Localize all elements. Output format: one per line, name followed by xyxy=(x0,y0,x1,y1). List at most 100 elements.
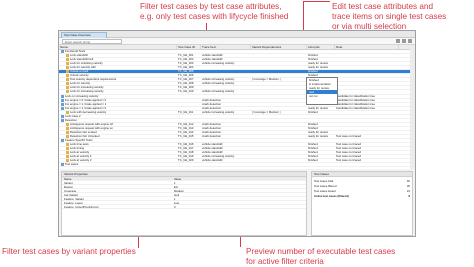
table-cell[interactable]: finished xyxy=(307,147,335,150)
collapse-icon[interactable] xyxy=(408,39,412,43)
table-cell[interactable] xyxy=(307,115,335,118)
table-cell: Lock standstill xyxy=(59,54,177,57)
cell-text: Detection Not Locked xyxy=(70,130,97,134)
cell-text: vehicle standstill xyxy=(202,159,223,163)
test-case-icon xyxy=(66,159,69,163)
table-cell[interactable]: finished xyxy=(307,58,335,61)
property-value[interactable]: 0 xyxy=(172,205,176,208)
cell-text: TC_UE_016 xyxy=(178,143,194,147)
table-cell[interactable] xyxy=(307,139,335,142)
test-case-icon xyxy=(66,110,69,114)
table-cell: TC_UE_003 xyxy=(177,62,201,65)
table-cell[interactable]: ready for review xyxy=(307,135,335,138)
table-cell: Lock standstill lock xyxy=(59,58,177,61)
table-cell: Unlock velocity xyxy=(59,74,177,77)
table-row[interactable]: Test cases xyxy=(59,163,415,168)
table-cell[interactable]: ready for review xyxy=(307,107,335,110)
vertical-scrollbar[interactable] xyxy=(410,45,415,169)
table-cell[interactable]: finished xyxy=(307,123,335,126)
cell-text: vehicle increasing velocity xyxy=(202,62,235,66)
lifecycle-option[interactable]: not run xyxy=(307,94,337,98)
cell-text: finished xyxy=(308,126,318,130)
property-value[interactable]: Medium xyxy=(172,189,184,192)
cell-text: TC_UE_010 xyxy=(178,90,194,94)
table-cell xyxy=(201,50,251,53)
cell-text: For engine = 0, brake applied = 0 xyxy=(65,98,107,102)
table-cell: Lock for velocity xyxy=(59,82,177,85)
table-cell[interactable]: finished xyxy=(307,127,335,130)
table-cell[interactable]: finished xyxy=(307,159,335,162)
cell-text: Functional Tests xyxy=(65,50,86,54)
table-cell xyxy=(177,103,201,106)
search-input[interactable]: Enter search string xyxy=(62,39,122,44)
table-cell xyxy=(177,163,201,166)
expand-icon[interactable] xyxy=(402,39,406,43)
test-case-icon xyxy=(66,62,69,66)
column-header[interactable]: Test Case ID xyxy=(177,45,201,49)
property-value[interactable]: Low xyxy=(172,201,179,204)
folder-icon xyxy=(61,139,64,143)
table-cell: TC_UE_017 xyxy=(177,147,201,150)
table-cell[interactable] xyxy=(307,163,335,166)
table-cell xyxy=(201,119,251,122)
table-cell: Detection xyxy=(59,118,177,122)
cell-text: vehicle increasing velocity xyxy=(202,155,235,159)
table-cell: [ Coverage = Medium ] xyxy=(251,78,307,81)
table-cell[interactable]: finished xyxy=(307,143,335,146)
table-cell: vehicle increasing velocity xyxy=(201,155,251,158)
variant-property-row[interactable]: Feature_UpperPriorityFunct 0 xyxy=(62,205,306,209)
table-cell[interactable]: finished xyxy=(307,54,335,57)
table-cell[interactable]: finished xyxy=(307,155,335,158)
table-cell: TC_UE_001 xyxy=(177,54,201,57)
table-cell[interactable]: finished xyxy=(307,151,335,154)
table-cell: TC_UE_014 xyxy=(177,131,201,134)
table-cell[interactable] xyxy=(307,50,335,53)
property-value[interactable]: 1 xyxy=(172,181,176,184)
table-cell xyxy=(251,66,307,69)
property-value[interactable]: 1 xyxy=(172,197,176,200)
table-cell[interactable]: ready for review xyxy=(307,62,335,65)
table-cell: vehicle increasing velocity xyxy=(201,82,251,85)
annotation-variant-text: Filter test cases by variant properties xyxy=(2,247,136,256)
cell-text: vehicle increasing velocity xyxy=(202,78,235,82)
table-cell[interactable]: finished xyxy=(307,70,335,73)
column-header[interactable]: Trace Item xyxy=(201,45,251,49)
table-cell: crash detection xyxy=(201,135,251,138)
cell-text: Unlock velocity xyxy=(70,74,89,78)
cell-text: Test case not traced xyxy=(336,134,362,138)
table-cell xyxy=(251,103,307,106)
table-cell: vehicle increasing velocity xyxy=(201,90,251,93)
cell-text: vehicle standstill xyxy=(202,58,223,62)
filter-icon[interactable] xyxy=(396,39,400,43)
test-case-overview-window: Test Case Overview Enter search string N… xyxy=(58,30,416,237)
cell-text: vehicle standstill xyxy=(202,54,223,58)
column-header[interactable]: Lifecycle xyxy=(307,45,335,49)
table-cell[interactable]: finished xyxy=(307,111,335,114)
cell-text: TC_UE_020 xyxy=(178,159,194,163)
cell-text: Lock on increasing velocity xyxy=(65,94,99,98)
table-cell xyxy=(177,115,201,118)
lifecycle-dropdown[interactable]: finished in implementation ready for revie… xyxy=(306,77,338,105)
table-cell xyxy=(177,50,201,53)
property-value[interactable]: EU xyxy=(172,185,178,188)
table-cell xyxy=(177,119,201,122)
table-body: Functional Tests Lock standstill TC_UE_001… xyxy=(59,50,415,168)
column-header[interactable]: Variant Dependencies xyxy=(251,45,307,49)
table-cell xyxy=(251,86,307,89)
table-cell[interactable]: ready for review xyxy=(307,131,335,134)
cell-text: Lock at velocity 3 xyxy=(70,159,92,163)
cell-text: vehicle standstill xyxy=(202,151,223,155)
table-cell[interactable] xyxy=(307,119,335,122)
annotation-filter-text: Filter test cases by test case attribute… xyxy=(140,2,289,21)
cell-text: Test cases xyxy=(65,163,79,167)
column-header[interactable]: Note xyxy=(335,45,399,49)
table-cell xyxy=(335,62,399,65)
table-cell[interactable]: ready for review xyxy=(307,66,335,69)
property-value[interactable]: Golf xyxy=(172,193,179,196)
cell-text: TC_UE_004 xyxy=(178,66,194,70)
table-cell: TC_UE_006 xyxy=(177,74,201,77)
table-cell xyxy=(177,139,201,142)
column-header[interactable]: Name xyxy=(59,45,177,49)
cell-text: TC_UE_019 xyxy=(178,155,194,159)
table-cell xyxy=(251,58,307,61)
